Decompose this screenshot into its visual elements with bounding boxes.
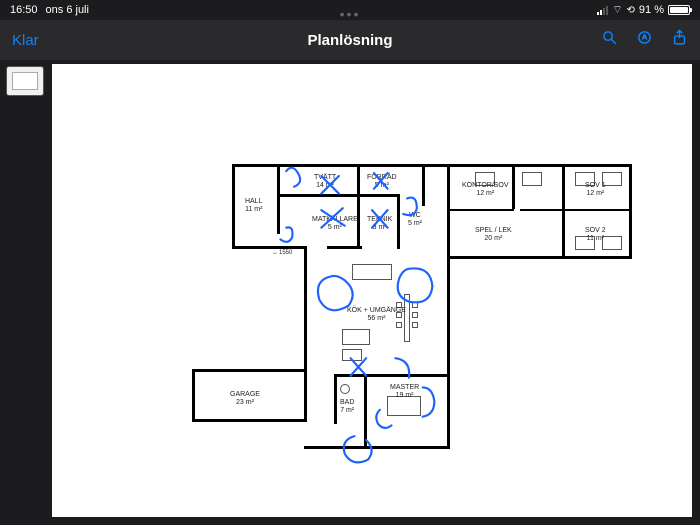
label-hall: HALL11 m²: [245, 198, 263, 213]
markup-button[interactable]: [636, 29, 653, 51]
search-button[interactable]: [601, 29, 618, 51]
label-wc: WC5 m²: [408, 212, 422, 227]
document-title: Planlösning: [307, 32, 392, 49]
dimension-1550: 1550: [279, 250, 292, 256]
share-icon: [671, 29, 688, 46]
done-button[interactable]: Klar: [12, 32, 39, 49]
label-matkallare: MATKÄLLARE5 m²: [312, 216, 358, 231]
wifi-icon: ⌔: [612, 3, 622, 17]
label-kok: KÖK + UMGÄNGE56 m²: [347, 307, 406, 322]
search-icon: [601, 29, 618, 46]
markup-icon: [636, 29, 653, 46]
label-sov2: SOV 211 m²: [585, 227, 606, 242]
dim-arrow: ↔: [272, 250, 278, 256]
label-bad: BAD7 m²: [340, 399, 354, 414]
status-date: ons 6 juli: [46, 4, 89, 16]
status-time: 16:50: [10, 4, 38, 16]
page-thumbnail[interactable]: [6, 66, 44, 96]
label-garage: GARAGE23 m²: [230, 391, 260, 406]
label-kontor: KONTOR/SOV12 m²: [462, 182, 509, 197]
label-teknik: TEKNIK3 m²: [367, 216, 392, 231]
page-thumbnail-strip: [0, 60, 48, 525]
toolbar: ••• Klar Planlösning: [0, 20, 700, 60]
label-tvatt: TVÄTT14 m²: [314, 174, 336, 189]
label-spel: SPEL / LEK20 m²: [475, 227, 512, 242]
multitasking-dots-icon[interactable]: •••: [340, 6, 361, 22]
cellular-signal-icon: [597, 6, 608, 15]
annotation-layer: [52, 64, 692, 517]
label-sov1: SOV 112 m²: [585, 182, 606, 197]
battery-percent: 91 %: [639, 4, 664, 16]
battery-icon: [668, 5, 690, 15]
share-button[interactable]: [671, 29, 688, 51]
label-master: MASTER19 m²: [390, 384, 419, 399]
rotation-lock-icon: ⟲: [627, 5, 635, 16]
document-canvas[interactable]: 1550 ↔ HALL11 m² TVÄTT14 m² FÖRRÅD5 m² M…: [52, 64, 692, 517]
label-forrad: FÖRRÅD5 m²: [367, 174, 397, 189]
